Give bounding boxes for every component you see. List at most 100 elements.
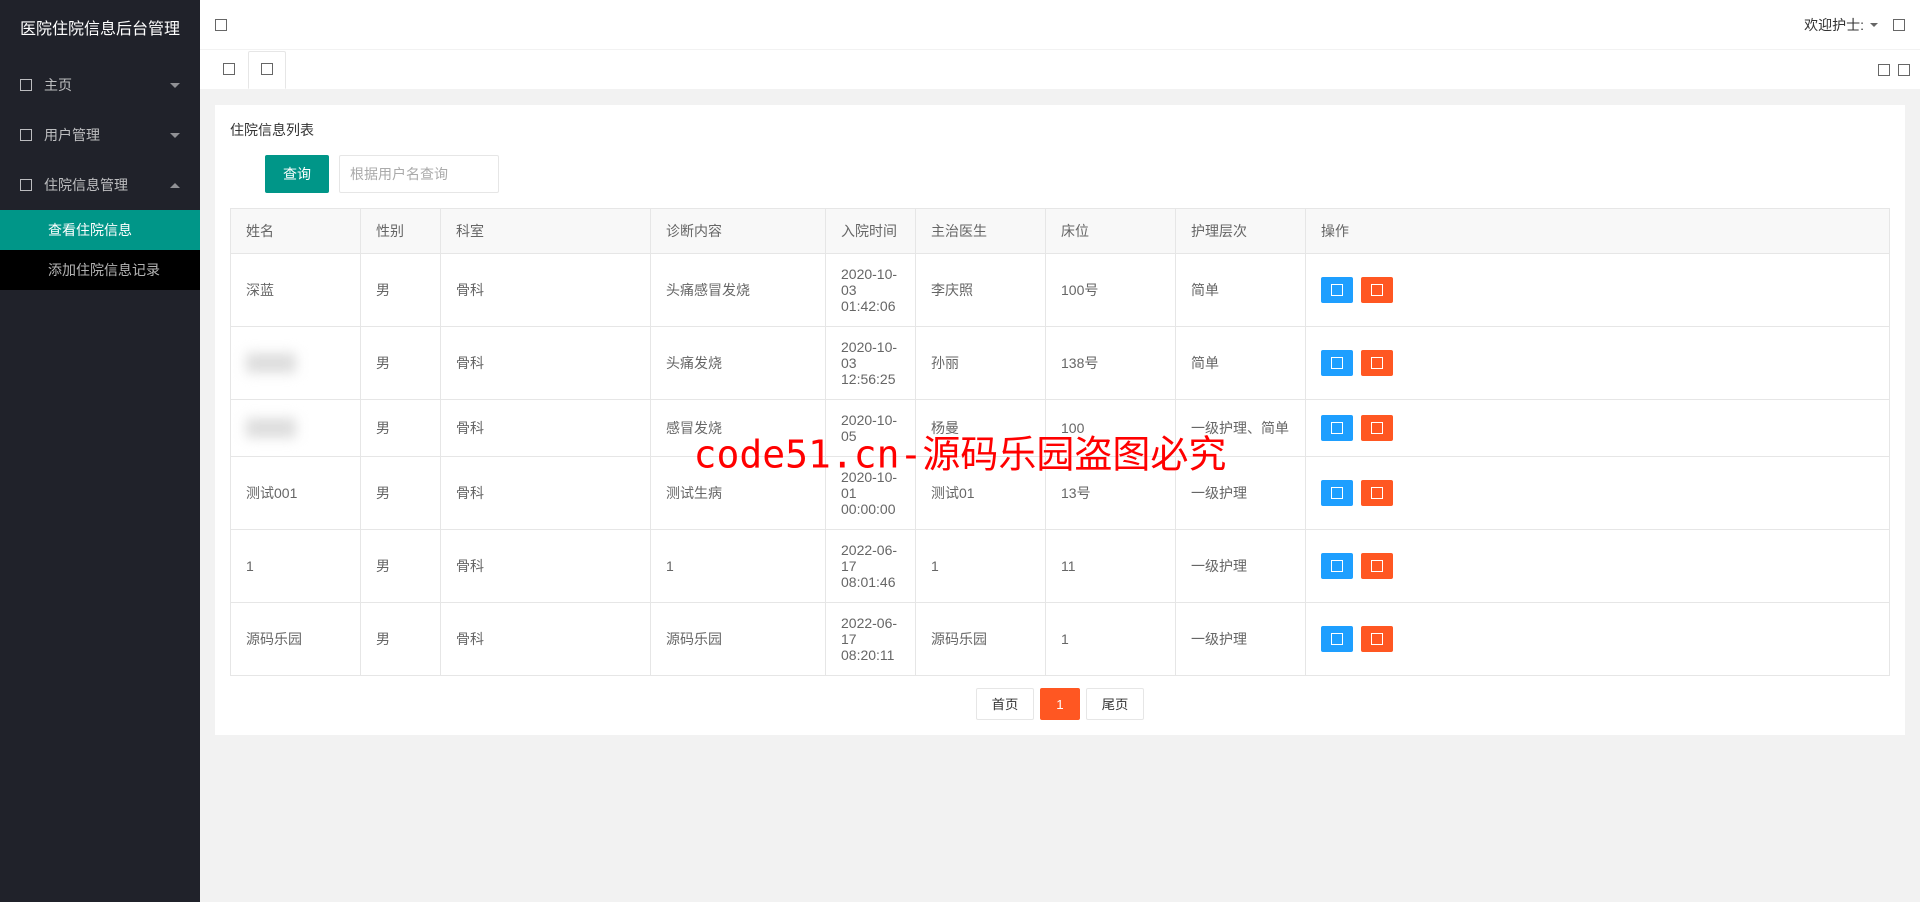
cell-name: 测试001: [231, 457, 361, 530]
cell-time: 2020-10-03 12:56:25: [826, 327, 916, 400]
delete-button[interactable]: [1361, 277, 1393, 303]
nav-home[interactable]: 主页: [0, 60, 200, 110]
edit-icon: [1331, 284, 1343, 296]
cell-name: 源码乐园: [231, 603, 361, 676]
table-row: 测试001 男 骨科 测试生病 2020-10-01 00:00:00 测试01…: [231, 457, 1890, 530]
tab-current[interactable]: [248, 51, 286, 89]
nav-hospital-mgmt[interactable]: 住院信息管理: [0, 160, 200, 210]
cell-time: 2022-06-17 08:01:46: [826, 530, 916, 603]
cell-time: 2020-10-05: [826, 400, 916, 457]
cell-name: [231, 327, 361, 400]
cell-action: [1306, 327, 1890, 400]
nav-label: 主页: [44, 60, 72, 110]
delete-button[interactable]: [1361, 350, 1393, 376]
edit-button[interactable]: [1321, 480, 1353, 506]
user-icon: [20, 129, 32, 141]
chevron-down-icon: [1870, 23, 1878, 27]
th-action: 操作: [1306, 209, 1890, 254]
cell-bed: 100号: [1046, 254, 1176, 327]
delete-icon: [1371, 357, 1383, 369]
edit-icon: [1331, 422, 1343, 434]
cell-time: 2020-10-03 01:42:06: [826, 254, 916, 327]
menu-toggle-icon[interactable]: [215, 19, 227, 31]
cell-doctor: 源码乐园: [916, 603, 1046, 676]
user-dropdown[interactable]: 欢迎护士:: [1804, 15, 1878, 35]
app-logo: 医院住院信息后台管理: [0, 0, 200, 60]
delete-icon: [1371, 633, 1383, 645]
tabs-bar: [200, 50, 1920, 90]
page-title: 住院信息列表: [230, 120, 1890, 140]
cell-dept: 骨科: [441, 327, 651, 400]
page-tab-icon: [261, 63, 273, 75]
edit-icon: [1331, 633, 1343, 645]
nav-label: 住院信息管理: [44, 160, 128, 210]
tab-right-icon[interactable]: [1898, 64, 1910, 76]
nav-sub-label: 添加住院信息记录: [48, 262, 160, 278]
cell-doctor: 1: [916, 530, 1046, 603]
edit-icon: [1331, 487, 1343, 499]
cell-bed: 100: [1046, 400, 1176, 457]
cell-gender: 男: [361, 400, 441, 457]
cell-dept: 骨科: [441, 603, 651, 676]
delete-button[interactable]: [1361, 553, 1393, 579]
cell-care: 一级护理、简单: [1176, 400, 1306, 457]
cell-gender: 男: [361, 327, 441, 400]
cell-diag: 测试生病: [651, 457, 826, 530]
cell-care: 简单: [1176, 254, 1306, 327]
edit-button[interactable]: [1321, 626, 1353, 652]
edit-button[interactable]: [1321, 553, 1353, 579]
nav-sub-add-hospital[interactable]: 添加住院信息记录: [0, 250, 200, 290]
cell-bed: 1: [1046, 603, 1176, 676]
cell-bed: 138号: [1046, 327, 1176, 400]
edit-button[interactable]: [1321, 415, 1353, 441]
data-table: 姓名 性别 科室 诊断内容 入院时间 主治医生 床位 护理层次 操作 深蓝 男 …: [230, 208, 1890, 676]
cell-diag: 感冒发烧: [651, 400, 826, 457]
edit-icon: [1331, 357, 1343, 369]
tab-home[interactable]: [210, 51, 248, 89]
cell-bed: 11: [1046, 530, 1176, 603]
table-row: 深蓝 男 骨科 头痛感冒发烧 2020-10-03 01:42:06 李庆照 1…: [231, 254, 1890, 327]
delete-button[interactable]: [1361, 626, 1393, 652]
cell-action: [1306, 400, 1890, 457]
cell-dept: 骨科: [441, 254, 651, 327]
header: 欢迎护士:: [200, 0, 1920, 50]
cell-doctor: 测试01: [916, 457, 1046, 530]
table-header-row: 姓名 性别 科室 诊断内容 入院时间 主治医生 床位 护理层次 操作: [231, 209, 1890, 254]
cell-action: [1306, 603, 1890, 676]
cell-diag: 头痛发烧: [651, 327, 826, 400]
main-content: 住院信息列表 查询 姓名 性别 科室 诊断内容 入院时间 主治医生 床位 护理层…: [200, 90, 1920, 902]
th-diag: 诊断内容: [651, 209, 826, 254]
cell-diag: 源码乐园: [651, 603, 826, 676]
page-last[interactable]: 尾页: [1086, 688, 1145, 720]
delete-button[interactable]: [1361, 480, 1393, 506]
cell-gender: 男: [361, 603, 441, 676]
edit-button[interactable]: [1321, 350, 1353, 376]
cell-diag: 头痛感冒发烧: [651, 254, 826, 327]
page-first[interactable]: 首页: [976, 688, 1035, 720]
search-input[interactable]: [339, 155, 499, 193]
cell-action: [1306, 254, 1890, 327]
cell-time: 2020-10-01 00:00:00: [826, 457, 916, 530]
hospital-icon: [20, 179, 32, 191]
th-bed: 床位: [1046, 209, 1176, 254]
cell-care: 简单: [1176, 327, 1306, 400]
nav-sub-view-hospital[interactable]: 查看住院信息: [0, 210, 200, 250]
page-1[interactable]: 1: [1040, 688, 1079, 720]
th-dept: 科室: [441, 209, 651, 254]
nav-sub-label: 查看住院信息: [48, 222, 132, 238]
th-gender: 性别: [361, 209, 441, 254]
edit-button[interactable]: [1321, 277, 1353, 303]
edit-icon: [1331, 560, 1343, 572]
delete-icon: [1371, 284, 1383, 296]
th-time: 入院时间: [826, 209, 916, 254]
delete-button[interactable]: [1361, 415, 1393, 441]
nav-user-mgmt[interactable]: 用户管理: [0, 110, 200, 160]
cell-doctor: 孙丽: [916, 327, 1046, 400]
cell-doctor: 李庆照: [916, 254, 1046, 327]
search-button[interactable]: 查询: [265, 155, 329, 193]
welcome-text: 欢迎护士:: [1804, 15, 1864, 35]
card: 住院信息列表 查询 姓名 性别 科室 诊断内容 入院时间 主治医生 床位 护理层…: [215, 105, 1905, 735]
tab-left-icon[interactable]: [1878, 64, 1890, 76]
more-icon[interactable]: [1893, 19, 1905, 31]
nav-label: 用户管理: [44, 110, 100, 160]
